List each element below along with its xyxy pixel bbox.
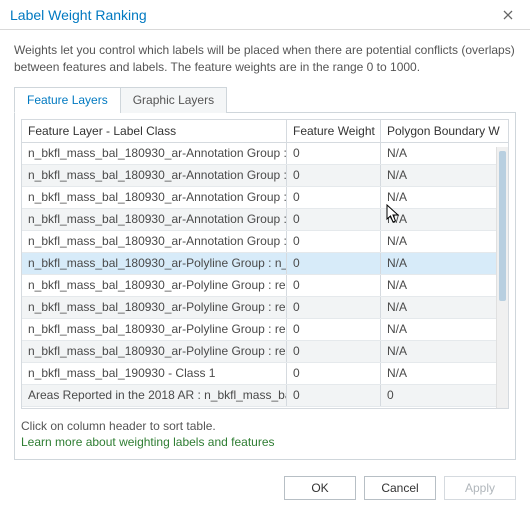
scrollbar-thumb[interactable] [499, 151, 506, 301]
table-row[interactable]: Areas Reported in the 2018 AR : n_bkfl_m… [22, 385, 508, 407]
dialog-content: Weights let you control which labels wil… [0, 30, 530, 468]
cell-feature-weight[interactable]: 0 [287, 275, 381, 296]
tab-panel: Feature Layer - Label Class Feature Weig… [14, 113, 516, 460]
cell-layer-name: n_bkfl_mass_bal_180930_ar-Annotation Gro… [22, 165, 287, 186]
cell-layer-name: n_bkfl_mass_bal_180930_ar-Annotation Gro… [22, 143, 287, 164]
cell-layer-name: n_bkfl_mass_bal_180930_ar-Polyline Group… [22, 253, 287, 274]
table-row[interactable]: n_bkfl_mass_bal_180930_ar-Annotation Gro… [22, 231, 508, 253]
cell-polygon-boundary[interactable]: N/A [381, 165, 508, 186]
table-row[interactable]: n_bkfl_mass_bal_180930_ar-Polyline Group… [22, 297, 508, 319]
cell-layer-name: n_bkfl_mass_bal_180930_ar-Polyline Group… [22, 341, 287, 362]
cell-layer-name: n_bkfl_mass_bal_180930_ar-Polyline Group… [22, 275, 287, 296]
dialog-buttons: OK Cancel Apply [0, 468, 530, 510]
cell-feature-weight[interactable]: 0 [287, 363, 381, 384]
cell-layer-name: n_bkfl_mass_bal_180930_ar-Polyline Group… [22, 297, 287, 318]
cell-polygon-boundary[interactable]: N/A [381, 363, 508, 384]
cell-feature-weight[interactable]: 0 [287, 385, 381, 406]
cell-polygon-boundary[interactable]: 0 [381, 385, 508, 406]
cell-feature-weight[interactable]: 0 [287, 187, 381, 208]
table-header: Feature Layer - Label Class Feature Weig… [22, 120, 508, 143]
cell-feature-weight[interactable]: 0 [287, 209, 381, 230]
cell-feature-weight[interactable]: 0 [287, 341, 381, 362]
apply-button: Apply [444, 476, 516, 500]
table-row[interactable]: n_bkfl_mass_bal_180930_ar-Annotation Gro… [22, 209, 508, 231]
cell-feature-weight[interactable]: 0 [287, 319, 381, 340]
window-title: Label Weight Ranking [10, 7, 147, 23]
table-row[interactable]: n_bkfl_mass_bal_180930_ar-Polyline Group… [22, 319, 508, 341]
ok-button[interactable]: OK [284, 476, 356, 500]
cell-feature-weight[interactable]: 0 [287, 253, 381, 274]
cancel-button[interactable]: Cancel [364, 476, 436, 500]
cell-layer-name: n_bkfl_mass_bal_180930_ar-Polyline Group… [22, 319, 287, 340]
table-row[interactable]: n_bkfl_mass_bal_180930_ar-Polyline Group… [22, 253, 508, 275]
close-button[interactable] [494, 1, 522, 29]
cell-polygon-boundary[interactable]: N/A [381, 253, 508, 274]
table-row[interactable]: n_bkfl_mass_bal_180930_ar-Polyline Group… [22, 275, 508, 297]
table-row[interactable]: n_bkfl_mass_bal_180930_ar-Annotation Gro… [22, 143, 508, 165]
learn-more-link[interactable]: Learn more about weighting labels and fe… [21, 435, 509, 449]
cell-layer-name: n_bkfl_mass_bal_180930_ar-Annotation Gro… [22, 231, 287, 252]
cell-layer-name: n_bkfl_mass_bal_190930 - Class 1 [22, 363, 287, 384]
table-body: n_bkfl_mass_bal_180930_ar-Annotation Gro… [22, 143, 508, 407]
sort-hint-text: Click on column header to sort table. [21, 419, 509, 433]
feature-layers-table: Feature Layer - Label Class Feature Weig… [21, 119, 509, 409]
close-icon [503, 10, 513, 20]
table-row[interactable]: n_bkfl_mass_bal_190930 - Class 10N/A [22, 363, 508, 385]
description-text: Weights let you control which labels wil… [14, 42, 516, 76]
cell-layer-name: n_bkfl_mass_bal_180930_ar-Annotation Gro… [22, 187, 287, 208]
table-row[interactable]: n_bkfl_mass_bal_180930_ar-Annotation Gro… [22, 187, 508, 209]
cell-layer-name: Areas Reported in the 2018 AR : n_bkfl_m… [22, 385, 287, 406]
cell-layer-name: n_bkfl_mass_bal_180930_ar-Annotation Gro… [22, 209, 287, 230]
cell-feature-weight[interactable]: 0 [287, 143, 381, 164]
titlebar: Label Weight Ranking [0, 0, 530, 30]
cell-polygon-boundary[interactable]: N/A [381, 341, 508, 362]
table-row[interactable]: n_bkfl_mass_bal_180930_ar-Annotation Gro… [22, 165, 508, 187]
cell-polygon-boundary[interactable]: N/A [381, 275, 508, 296]
cell-polygon-boundary[interactable]: N/A [381, 231, 508, 252]
tab-feature-layers[interactable]: Feature Layers [14, 87, 121, 113]
tab-graphic-layers[interactable]: Graphic Layers [120, 87, 227, 113]
tab-bar: Feature Layers Graphic Layers [14, 86, 516, 113]
cell-polygon-boundary[interactable]: N/A [381, 297, 508, 318]
cell-polygon-boundary[interactable]: N/A [381, 209, 508, 230]
column-header-name[interactable]: Feature Layer - Label Class [22, 120, 287, 142]
vertical-scrollbar[interactable] [496, 147, 508, 408]
cell-feature-weight[interactable]: 0 [287, 165, 381, 186]
cell-polygon-boundary[interactable]: N/A [381, 319, 508, 340]
cell-polygon-boundary[interactable]: N/A [381, 143, 508, 164]
column-header-polygon-boundary[interactable]: Polygon Boundary W [381, 120, 508, 142]
cell-polygon-boundary[interactable]: N/A [381, 187, 508, 208]
cell-feature-weight[interactable]: 0 [287, 231, 381, 252]
column-header-feature-weight[interactable]: Feature Weight [287, 120, 381, 142]
cell-feature-weight[interactable]: 0 [287, 297, 381, 318]
table-row[interactable]: n_bkfl_mass_bal_180930_ar-Polyline Group… [22, 341, 508, 363]
